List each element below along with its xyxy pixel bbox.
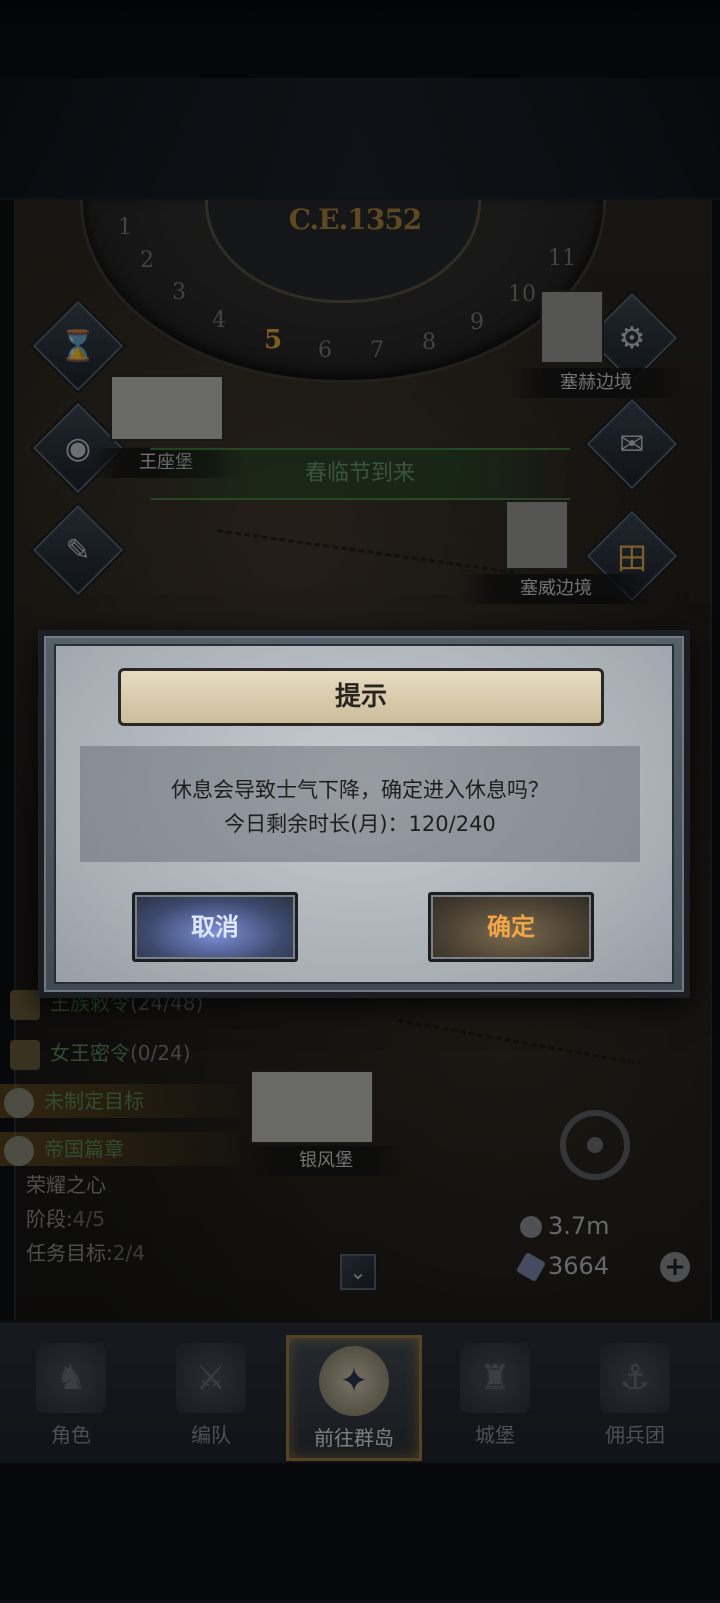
rest-confirm-dialog: 提示 休息会导致士气下降，确定进入休息吗？ 今日剩余时长(月)：120/240 … (38, 630, 690, 998)
dialog-title: 提示 (118, 668, 604, 726)
confirm-button[interactable]: 确定 (428, 892, 594, 962)
dialog-body: 提示 休息会导致士气下降，确定进入休息吗？ 今日剩余时长(月)：120/240 … (54, 644, 674, 984)
dialog-message-line1: 休息会导致士气下降，确定进入休息吗？ (171, 778, 549, 802)
cancel-button[interactable]: 取消 (132, 892, 298, 962)
message-box (80, 746, 640, 862)
dialog-message-line2: 今日剩余时长(月)：120/240 (224, 812, 496, 836)
